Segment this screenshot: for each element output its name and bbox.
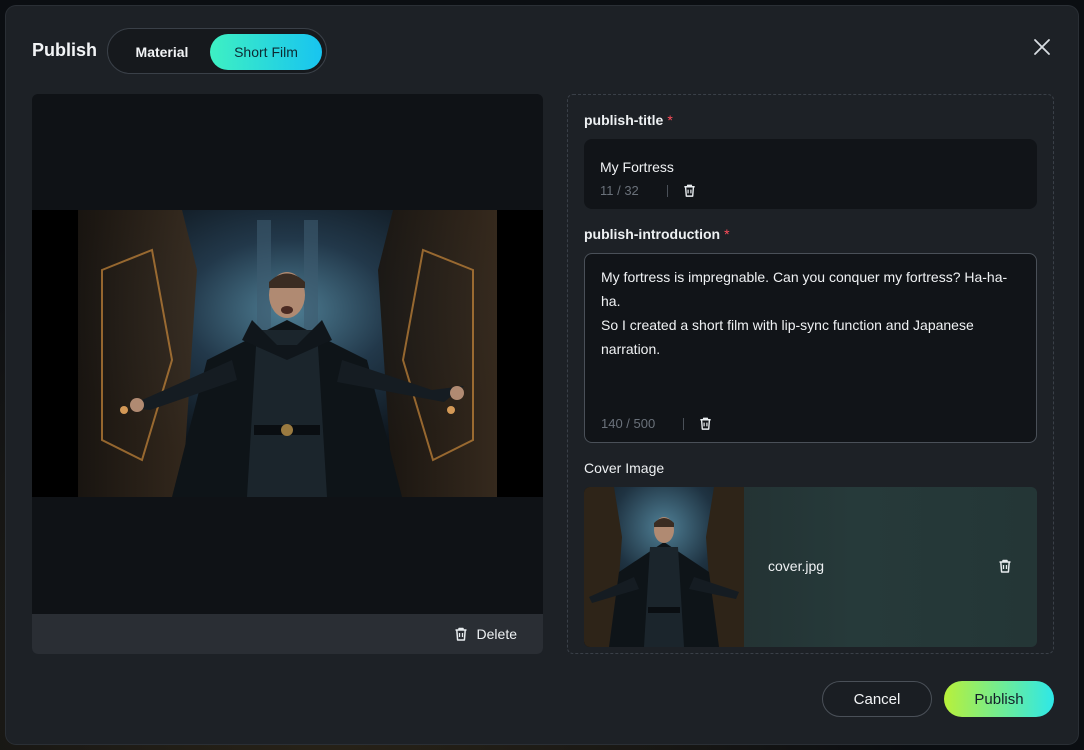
publish-button[interactable]: Publish (944, 681, 1054, 717)
title-char-counter: 11 / 32 (600, 183, 639, 198)
required-mark: * (724, 226, 730, 242)
title-input[interactable]: My Fortress (600, 155, 1021, 179)
intro-field-label: publish-introduction * (584, 226, 730, 242)
title-field-label: publish-title * (584, 112, 673, 128)
tab-short-film[interactable]: Short Film (210, 34, 322, 70)
intro-label-text: publish-introduction (584, 226, 721, 242)
cancel-button[interactable]: Cancel (822, 681, 932, 717)
delete-button[interactable]: Delete (453, 624, 517, 644)
dialog-title: Publish (32, 40, 98, 60)
intro-char-counter: 140 / 500 (601, 416, 656, 431)
cover-thumbnail[interactable] (584, 487, 744, 647)
delete-label: Delete (476, 626, 517, 642)
video-preview: Delete (32, 94, 543, 654)
publish-form: publish-title * My Fortress 11 / 32 publi… (567, 94, 1054, 654)
intro-field[interactable]: My fortress is impregnable. Can you conq… (584, 253, 1037, 443)
publish-dialog: Publish Material Short Film Delete publi… (6, 6, 1078, 744)
title-label-text: publish-title (584, 112, 664, 128)
clear-title-icon[interactable] (682, 183, 697, 198)
cover-image-card: cover.jpg (584, 487, 1037, 647)
mode-toggle: Material Short Film (107, 28, 327, 74)
title-field[interactable]: My Fortress 11 / 32 (584, 139, 1037, 209)
title-counter-row: 11 / 32 (600, 183, 697, 198)
trash-icon (453, 626, 469, 642)
tab-material[interactable]: Material (114, 34, 210, 70)
clear-intro-icon[interactable] (698, 416, 713, 431)
intro-counter-row: 140 / 500 (601, 416, 713, 431)
cover-image-label: Cover Image (584, 460, 665, 476)
intro-textarea[interactable]: My fortress is impregnable. Can you conq… (601, 265, 1020, 361)
cover-filename: cover.jpg (768, 558, 825, 574)
preview-toolbar: Delete (32, 614, 543, 654)
delete-cover-icon[interactable] (997, 558, 1013, 574)
required-mark: * (667, 112, 673, 128)
close-icon[interactable] (1032, 37, 1052, 57)
preview-image (32, 210, 543, 497)
